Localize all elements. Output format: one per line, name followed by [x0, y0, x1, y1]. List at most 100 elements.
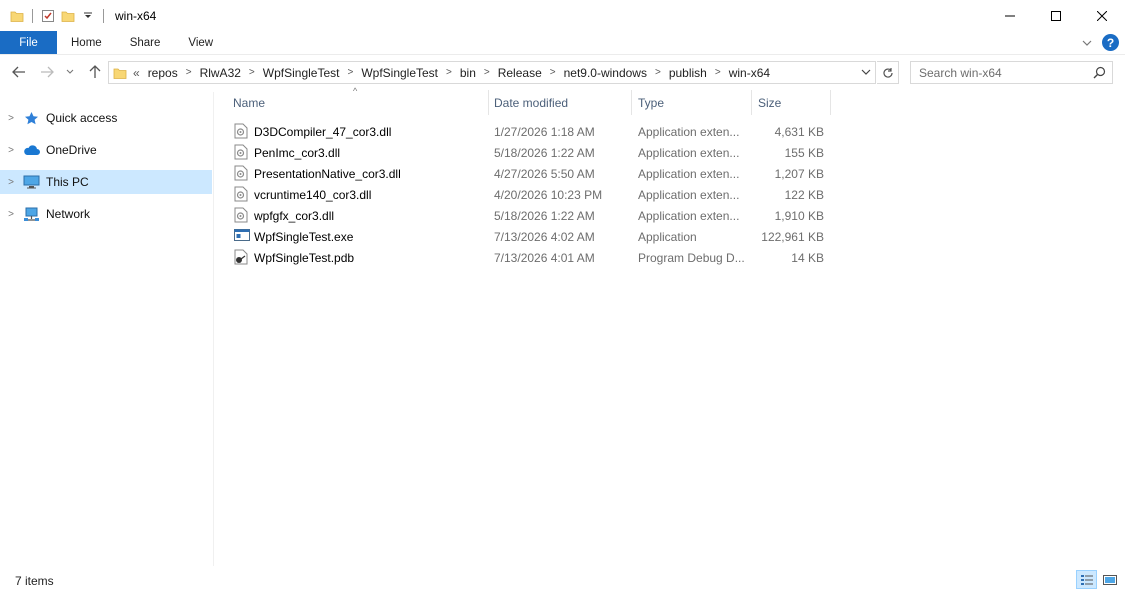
help-button[interactable]: ?: [1102, 34, 1119, 51]
file-size: 14 KB: [791, 250, 824, 265]
file-size: 155 KB: [784, 145, 824, 160]
chevron-right-icon[interactable]: >: [484, 67, 490, 78]
file-size: 1,207 KB: [774, 166, 824, 181]
properties-icon[interactable]: [40, 8, 56, 24]
breadcrumb-item[interactable]: Release: [498, 66, 542, 80]
new-folder-icon[interactable]: [60, 8, 76, 24]
breadcrumb-item[interactable]: WpfSingleTest: [361, 66, 438, 80]
refresh-button[interactable]: [877, 61, 899, 84]
file-name: D3DCompiler_47_cor3.dll: [254, 124, 392, 139]
chevron-right-icon[interactable]: >: [655, 67, 661, 78]
chevron-right-icon[interactable]: >: [249, 67, 255, 78]
file-name: vcruntime140_cor3.dll: [254, 187, 372, 202]
sidebar-item-this-pc[interactable]: > This PC: [0, 170, 212, 194]
customize-toolbar-icon[interactable]: [80, 8, 96, 24]
breadcrumb-item[interactable]: WpfSingleTest: [263, 66, 340, 80]
table-row[interactable]: D3DCompiler_47_cor3.dll 1/27/2026 1:18 A…: [232, 121, 832, 142]
breadcrumb-item-current[interactable]: win-x64: [729, 66, 770, 80]
table-row[interactable]: PresentationNative_cor3.dll 4/27/2026 5:…: [232, 163, 832, 184]
breadcrumb-item[interactable]: bin: [460, 66, 476, 80]
maximize-icon: [1051, 10, 1061, 21]
column-header-size[interactable]: Size: [754, 90, 831, 115]
file-date: 7/13/2026 4:01 AM: [494, 250, 595, 265]
chevron-right-icon[interactable]: >: [715, 67, 721, 78]
close-button[interactable]: [1079, 0, 1125, 31]
chevron-right-icon[interactable]: >: [0, 209, 22, 220]
navigation-bar: « repos > RlwA32 > WpfSingleTest > WpfSi…: [0, 58, 1125, 86]
column-header-name[interactable]: Name: [229, 90, 489, 115]
table-row[interactable]: wpfgfx_cor3.dll 5/18/2026 1:22 AM Applic…: [232, 205, 832, 226]
tab-home[interactable]: Home: [57, 31, 116, 54]
arrow-up-icon: [89, 65, 101, 78]
file-name: WpfSingleTest.pdb: [254, 250, 355, 265]
column-header-type[interactable]: Type: [634, 90, 752, 115]
file-date: 4/27/2026 5:50 AM: [494, 166, 595, 181]
tab-share[interactable]: Share: [116, 31, 175, 54]
details-view-button[interactable]: [1076, 570, 1097, 589]
tab-file[interactable]: File: [0, 31, 57, 54]
back-button[interactable]: [10, 62, 28, 82]
file-type: Application exten...: [638, 166, 740, 181]
window-controls: [987, 0, 1125, 31]
breadcrumb-item[interactable]: repos: [148, 66, 178, 80]
breadcrumb-item[interactable]: publish: [669, 66, 707, 80]
address-dropdown-button[interactable]: [857, 62, 875, 83]
table-row[interactable]: PenImc_cor3.dll 5/18/2026 1:22 AM Applic…: [232, 142, 832, 163]
exe-file-icon: [234, 228, 250, 245]
star-icon: [22, 110, 40, 126]
chevron-right-icon[interactable]: >: [446, 67, 452, 78]
breadcrumb-item[interactable]: net9.0-windows: [564, 66, 647, 80]
table-row[interactable]: WpfSingleTest.exe 7/13/2026 4:02 AM Appl…: [232, 226, 832, 247]
sidebar-item-network[interactable]: > Network: [0, 202, 212, 226]
network-icon: [22, 206, 40, 222]
chevron-right-icon[interactable]: >: [0, 177, 22, 188]
search-box[interactable]: [910, 61, 1113, 84]
address-bar[interactable]: « repos > RlwA32 > WpfSingleTest > WpfSi…: [108, 61, 876, 84]
toolbar-divider: [32, 8, 33, 23]
up-button[interactable]: [86, 62, 104, 82]
file-date: 5/18/2026 1:22 AM: [494, 208, 595, 223]
ribbon-tabs: File Home Share View ?: [0, 31, 1125, 55]
file-type: Application exten...: [638, 145, 740, 160]
dll-file-icon: [234, 207, 250, 224]
chevron-right-icon[interactable]: >: [347, 67, 353, 78]
chevron-right-icon[interactable]: >: [186, 67, 192, 78]
search-icon[interactable]: [1093, 66, 1106, 82]
dll-file-icon: [234, 165, 250, 182]
navigation-pane: > Quick access > OneDrive > This PC > Ne…: [0, 92, 214, 566]
table-row[interactable]: vcruntime140_cor3.dll 4/20/2026 10:23 PM…: [232, 184, 832, 205]
tab-view[interactable]: View: [174, 31, 227, 54]
arrow-left-icon: [12, 66, 25, 78]
sidebar-item-label: Network: [46, 207, 91, 221]
chevron-down-icon: [1082, 40, 1092, 46]
minimize-button[interactable]: [987, 0, 1033, 31]
sidebar-item-quick-access[interactable]: > Quick access: [0, 106, 212, 130]
file-type: Application exten...: [638, 124, 740, 139]
pdb-file-icon: [234, 249, 250, 266]
dll-file-icon: [234, 144, 250, 161]
table-row[interactable]: WpfSingleTest.pdb 7/13/2026 4:01 AM Prog…: [232, 247, 832, 268]
file-size: 122 KB: [784, 187, 824, 202]
sidebar-item-onedrive[interactable]: > OneDrive: [0, 138, 212, 162]
file-name: PresentationNative_cor3.dll: [254, 166, 401, 181]
maximize-button[interactable]: [1033, 0, 1079, 31]
breadcrumb-overflow[interactable]: «: [133, 66, 140, 80]
large-icons-view-button[interactable]: [1099, 570, 1120, 589]
recent-locations-button[interactable]: [64, 62, 76, 82]
chevron-right-icon[interactable]: >: [550, 67, 556, 78]
breadcrumb-item[interactable]: RlwA32: [200, 66, 241, 80]
forward-button[interactable]: [38, 62, 56, 82]
sidebar-item-label: This PC: [46, 175, 89, 189]
chevron-right-icon[interactable]: >: [0, 145, 22, 156]
computer-icon: [22, 174, 40, 190]
sidebar-item-label: OneDrive: [46, 143, 97, 157]
ribbon-right-controls: ?: [1082, 34, 1119, 51]
column-header-date-modified[interactable]: Date modified: [490, 90, 632, 115]
minimize-icon: [1005, 15, 1015, 16]
file-name: WpfSingleTest.exe: [254, 229, 354, 244]
cloud-icon: [22, 142, 40, 158]
refresh-icon: [882, 67, 893, 78]
search-input[interactable]: [919, 65, 1089, 80]
chevron-right-icon[interactable]: >: [0, 113, 22, 124]
expand-ribbon-button[interactable]: [1082, 36, 1092, 50]
